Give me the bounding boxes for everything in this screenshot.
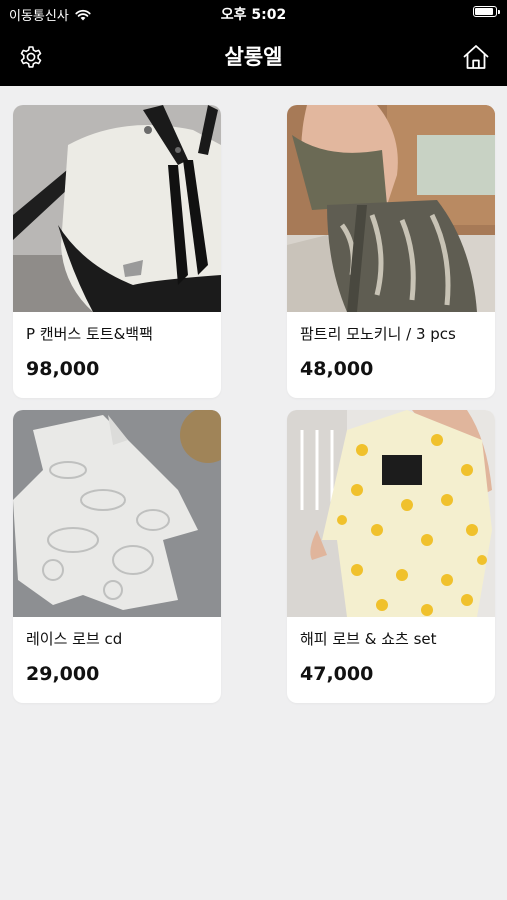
home-icon	[463, 45, 489, 69]
home-button[interactable]	[461, 42, 491, 72]
product-price: 98,000	[26, 358, 100, 380]
product-name: P 캔버스 토트&백팩	[26, 325, 153, 343]
product-image	[13, 410, 221, 617]
navigation-bar: 살롱엘	[0, 26, 507, 86]
product-name: 팜트리 모노키니 / 3 pcs	[300, 325, 456, 343]
battery-fill	[475, 8, 494, 15]
clock: 오후 5:02	[220, 7, 287, 23]
product-image	[287, 105, 495, 312]
product-image	[13, 105, 221, 312]
product-image	[287, 410, 495, 617]
battery-icon	[473, 6, 500, 17]
product-card[interactable]: 해피 로브 & 쇼츠 set 47,000	[287, 410, 495, 703]
page-title: 살롱엘	[224, 45, 283, 69]
product-price: 47,000	[300, 663, 374, 685]
product-name: 해피 로브 & 쇼츠 set	[300, 630, 437, 648]
product-name: 레이스 로브 cd	[26, 630, 123, 648]
product-price: 29,000	[26, 663, 100, 685]
product-card[interactable]: P 캔버스 토트&백팩 98,000	[13, 105, 221, 398]
product-price: 48,000	[300, 358, 374, 380]
status-bar: 이동통신사 오후 5:02	[0, 0, 507, 26]
product-card[interactable]: 레이스 로브 cd 29,000	[13, 410, 221, 703]
product-card[interactable]: 팜트리 모노키니 / 3 pcs 48,000	[287, 105, 495, 398]
